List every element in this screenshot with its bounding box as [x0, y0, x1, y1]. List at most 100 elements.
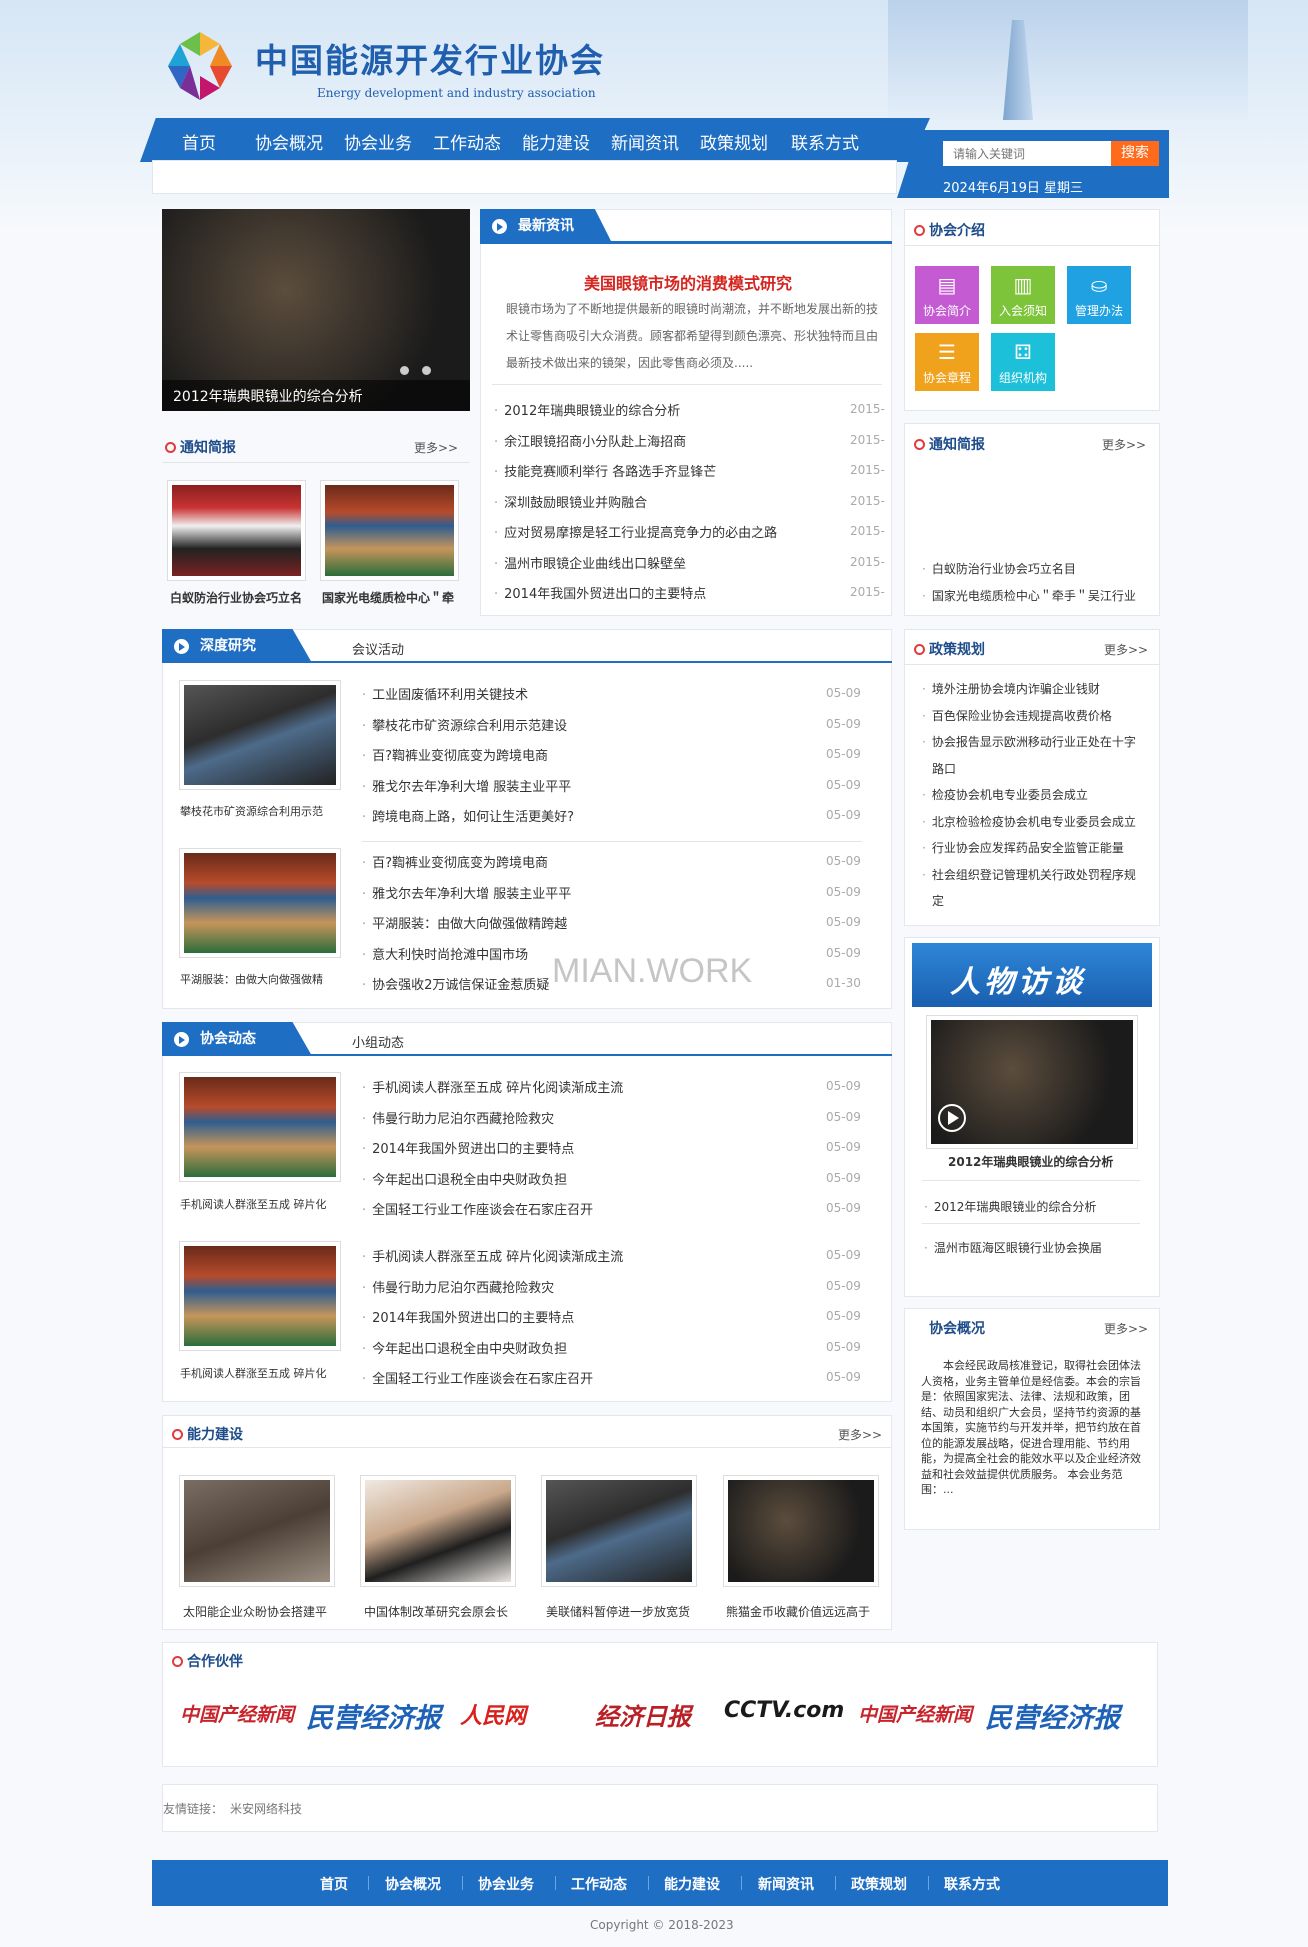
list-item[interactable]: · 2014年我国外贸进出口的主要特点 — [362, 1138, 574, 1157]
list-item-title[interactable]: 手机阅读人群涨至五成 碎片化阅读渐成主流 — [372, 1081, 623, 1096]
slider-dot[interactable] — [422, 366, 431, 375]
partner-logo[interactable]: 民营经济报 — [985, 1696, 1120, 1735]
list-item-title[interactable]: 深圳鼓励眼镜业并购融合 — [504, 496, 647, 511]
list-item[interactable]: · 深圳鼓励眼镜业并购融合 — [494, 492, 647, 511]
capability-caption[interactable]: 太阳能企业众盼协会搭建平 — [183, 1603, 338, 1620]
group-tab[interactable]: 小组动态 — [352, 1032, 404, 1051]
about-tile[interactable]: ⚃ 组织机构 — [991, 333, 1055, 391]
list-item-title[interactable]: 技能竞赛顺利举行 各路选手齐显锋芒 — [504, 465, 716, 480]
slider-dot[interactable] — [400, 366, 409, 375]
list-item[interactable]: · 境外注册协会境内诈骗企业钱财 — [922, 680, 1100, 697]
notice-caption[interactable]: 白蚁防治行业协会巧立名 — [170, 589, 310, 606]
partner-logo[interactable]: 中国产经新闻 — [180, 1700, 294, 1727]
list-item-title[interactable]: 全国轻工行业工作座谈会在石家庄召开 — [372, 1372, 593, 1387]
list-item-title[interactable]: 定 — [932, 894, 944, 908]
list-item-title[interactable]: 工业固废循环利用关键技术 — [372, 688, 528, 703]
capability-photo[interactable] — [724, 1476, 878, 1586]
list-item[interactable]: · 2012年瑞典眼镜业的综合分析 — [494, 400, 680, 419]
research-caption[interactable]: 攀枝花市矿资源综合利用示范 — [180, 803, 345, 819]
list-item[interactable]: · 2014年我国外贸进出口的主要特点 — [494, 583, 706, 602]
list-item-title[interactable]: 2012年瑞典眼镜业的综合分析 — [504, 404, 680, 419]
list-item-title[interactable]: 路口 — [932, 762, 956, 776]
capability-photo[interactable] — [180, 1476, 334, 1586]
list-item[interactable]: · 2012年瑞典眼镜业的综合分析 — [924, 1198, 1096, 1215]
list-item-title[interactable]: 手机阅读人群涨至五成 碎片化阅读渐成主流 — [372, 1250, 623, 1265]
list-item[interactable]: · 平湖服装：由做大向做强做精跨越 — [362, 913, 567, 932]
list-item[interactable]: · 温州市瓯海区眼镜行业协会换届 — [924, 1239, 1102, 1256]
list-item-title[interactable]: 雅戈尔去年净利大增 服装主业平平 — [372, 887, 571, 902]
slider-caption[interactable]: 2012年瑞典眼镜业的综合分析 — [173, 386, 363, 406]
research-photo[interactable] — [180, 849, 340, 957]
meeting-tab[interactable]: 会议活动 — [352, 639, 404, 658]
nav-work[interactable]: 工作动态 — [433, 129, 501, 154]
about-tile[interactable]: ▥ 入会须知 — [991, 266, 1055, 324]
list-item[interactable]: · 协会强收2万诚信保证金惹质疑 — [362, 974, 549, 993]
list-item-title[interactable]: 攀枝花市矿资源综合利用示范建设 — [372, 719, 567, 734]
notice-photo[interactable] — [321, 481, 458, 580]
list-item[interactable]: · 技能竞赛顺利举行 各路选手齐显锋芒 — [494, 461, 716, 480]
search-input[interactable] — [943, 141, 1111, 166]
list-item[interactable]: · 百色保险业协会违规提高收费价格 — [922, 707, 1112, 724]
list-item-title[interactable]: 意大利快时尚抢滩中国市场 — [372, 948, 528, 963]
nav-business[interactable]: 协会业务 — [344, 129, 412, 154]
dynamics-tab[interactable]: 协会动态 — [162, 1022, 312, 1056]
link-item[interactable]: 米安网络科技 — [230, 1800, 302, 1817]
list-item-title[interactable]: 检疫协会机电专业委员会成立 — [932, 788, 1088, 802]
search-button[interactable]: 搜索 — [1111, 141, 1159, 166]
partner-logo[interactable]: 民营经济报 — [306, 1696, 441, 1735]
partner-logo[interactable]: 经济日报 — [595, 1697, 691, 1732]
list-item[interactable]: · 百?鞫裤业变彻底变为跨境电商 — [362, 852, 548, 871]
list-item-title[interactable]: 2014年我国外贸进出口的主要特点 — [372, 1311, 574, 1326]
list-item-title[interactable]: 平湖服装：由做大向做强做精跨越 — [372, 917, 567, 932]
logo-icon[interactable] — [162, 28, 238, 104]
list-item-title[interactable]: 境外注册协会境内诈骗企业钱财 — [932, 682, 1100, 696]
nav-overview[interactable]: 协会概况 — [255, 129, 323, 154]
research-caption[interactable]: 平湖服装：由做大向做强做精 — [180, 971, 345, 987]
list-item-title[interactable]: 协会报告显示欧洲移动行业正处在十字 — [932, 735, 1136, 749]
list-item-title[interactable]: 雅戈尔去年净利大增 服装主业平平 — [372, 780, 571, 795]
dynamics-caption[interactable]: 手机阅读人群涨至五成 碎片化 — [180, 1196, 345, 1212]
list-item-title[interactable]: 应对贸易摩擦是轻工行业提高竞争力的必由之路 — [504, 526, 777, 541]
list-item[interactable]: · 攀枝花市矿资源综合利用示范建设 — [362, 715, 567, 734]
list-item-title[interactable]: 今年起出口退税全由中央财政负担 — [372, 1173, 567, 1188]
list-item-title[interactable]: 百?鞫裤业变彻底变为跨境电商 — [372, 856, 548, 871]
list-item[interactable]: · 检疫协会机电专业委员会成立 — [922, 786, 1088, 803]
interview-caption[interactable]: 2012年瑞典眼镜业的综合分析 — [948, 1153, 1113, 1170]
list-item[interactable]: · 今年起出口退税全由中央财政负担 — [362, 1169, 567, 1188]
nav-news[interactable]: 新闻资讯 — [611, 129, 679, 154]
capability-more[interactable]: 更多>> — [838, 1426, 882, 1443]
list-item[interactable]: · 工业固废循环利用关键技术 — [362, 684, 528, 703]
list-item-title[interactable]: 百?鞫裤业变彻底变为跨境电商 — [372, 749, 548, 764]
notice-left-more[interactable]: 更多>> — [414, 439, 458, 456]
list-item[interactable]: · 百?鞫裤业变彻底变为跨境电商 — [362, 745, 548, 764]
list-item-title[interactable]: 北京检验检疫协会机电专业委员会成立 — [932, 815, 1136, 829]
list-item[interactable]: · 应对贸易摩擦是轻工行业提高竞争力的必由之路 — [494, 522, 777, 541]
list-item[interactable]: · 伟曼行助力尼泊尔西藏抢险救灾 — [362, 1108, 554, 1127]
list-item[interactable]: · 北京检验检疫协会机电专业委员会成立 — [922, 813, 1136, 830]
list-item[interactable]: · 伟曼行助力尼泊尔西藏抢险救灾 — [362, 1277, 554, 1296]
overview-more[interactable]: 更多>> — [1104, 1320, 1148, 1337]
list-item-title[interactable]: 余江眼镜招商小分队赴上海招商 — [504, 435, 686, 450]
list-item[interactable]: · 国家光电缆质检中心＂牵手＂吴江行业 — [922, 587, 1136, 604]
list-item[interactable]: · 白蚁防治行业协会巧立名目 — [922, 560, 1076, 577]
footer-nav-item[interactable]: 首页 — [320, 1874, 348, 1894]
list-item[interactable]: · 社会组织登记管理机关行政处罚程序规 — [922, 866, 1136, 883]
list-item[interactable]: · 全国轻工行业工作座谈会在石家庄召开 — [362, 1368, 593, 1387]
list-item-title[interactable]: 伟曼行助力尼泊尔西藏抢险救灾 — [372, 1281, 554, 1296]
list-item[interactable]: · 协会报告显示欧洲移动行业正处在十字 — [922, 733, 1136, 750]
nav-home[interactable]: 首页 — [182, 129, 216, 154]
dynamics-photo[interactable] — [180, 1073, 340, 1181]
nav-capability[interactable]: 能力建设 — [522, 129, 590, 154]
list-item-title[interactable]: 协会强收2万诚信保证金惹质疑 — [372, 978, 549, 993]
list-item[interactable]: · 全国轻工行业工作座谈会在石家庄召开 — [362, 1199, 593, 1218]
list-item[interactable]: · 温州市眼镜企业曲线出口躲壁垒 — [494, 553, 686, 572]
list-item[interactable]: · 余江眼镜招商小分队赴上海招商 — [494, 431, 686, 450]
headline[interactable]: 美国眼镜市场的消费模式研究 — [584, 270, 792, 294]
list-item[interactable]: · 行业协会应发挥药品安全监管正能量 — [922, 839, 1124, 856]
list-item-title[interactable]: 伟曼行助力尼泊尔西藏抢险救灾 — [372, 1112, 554, 1127]
footer-nav-item[interactable]: 新闻资讯 — [758, 1874, 814, 1894]
list-item[interactable]: 路口 — [922, 760, 956, 777]
notice-caption[interactable]: 国家光电缆质检中心＂牵 — [322, 589, 462, 606]
footer-nav-item[interactable]: 工作动态 — [571, 1874, 627, 1894]
partner-logo[interactable]: 人民网 — [460, 1698, 526, 1730]
